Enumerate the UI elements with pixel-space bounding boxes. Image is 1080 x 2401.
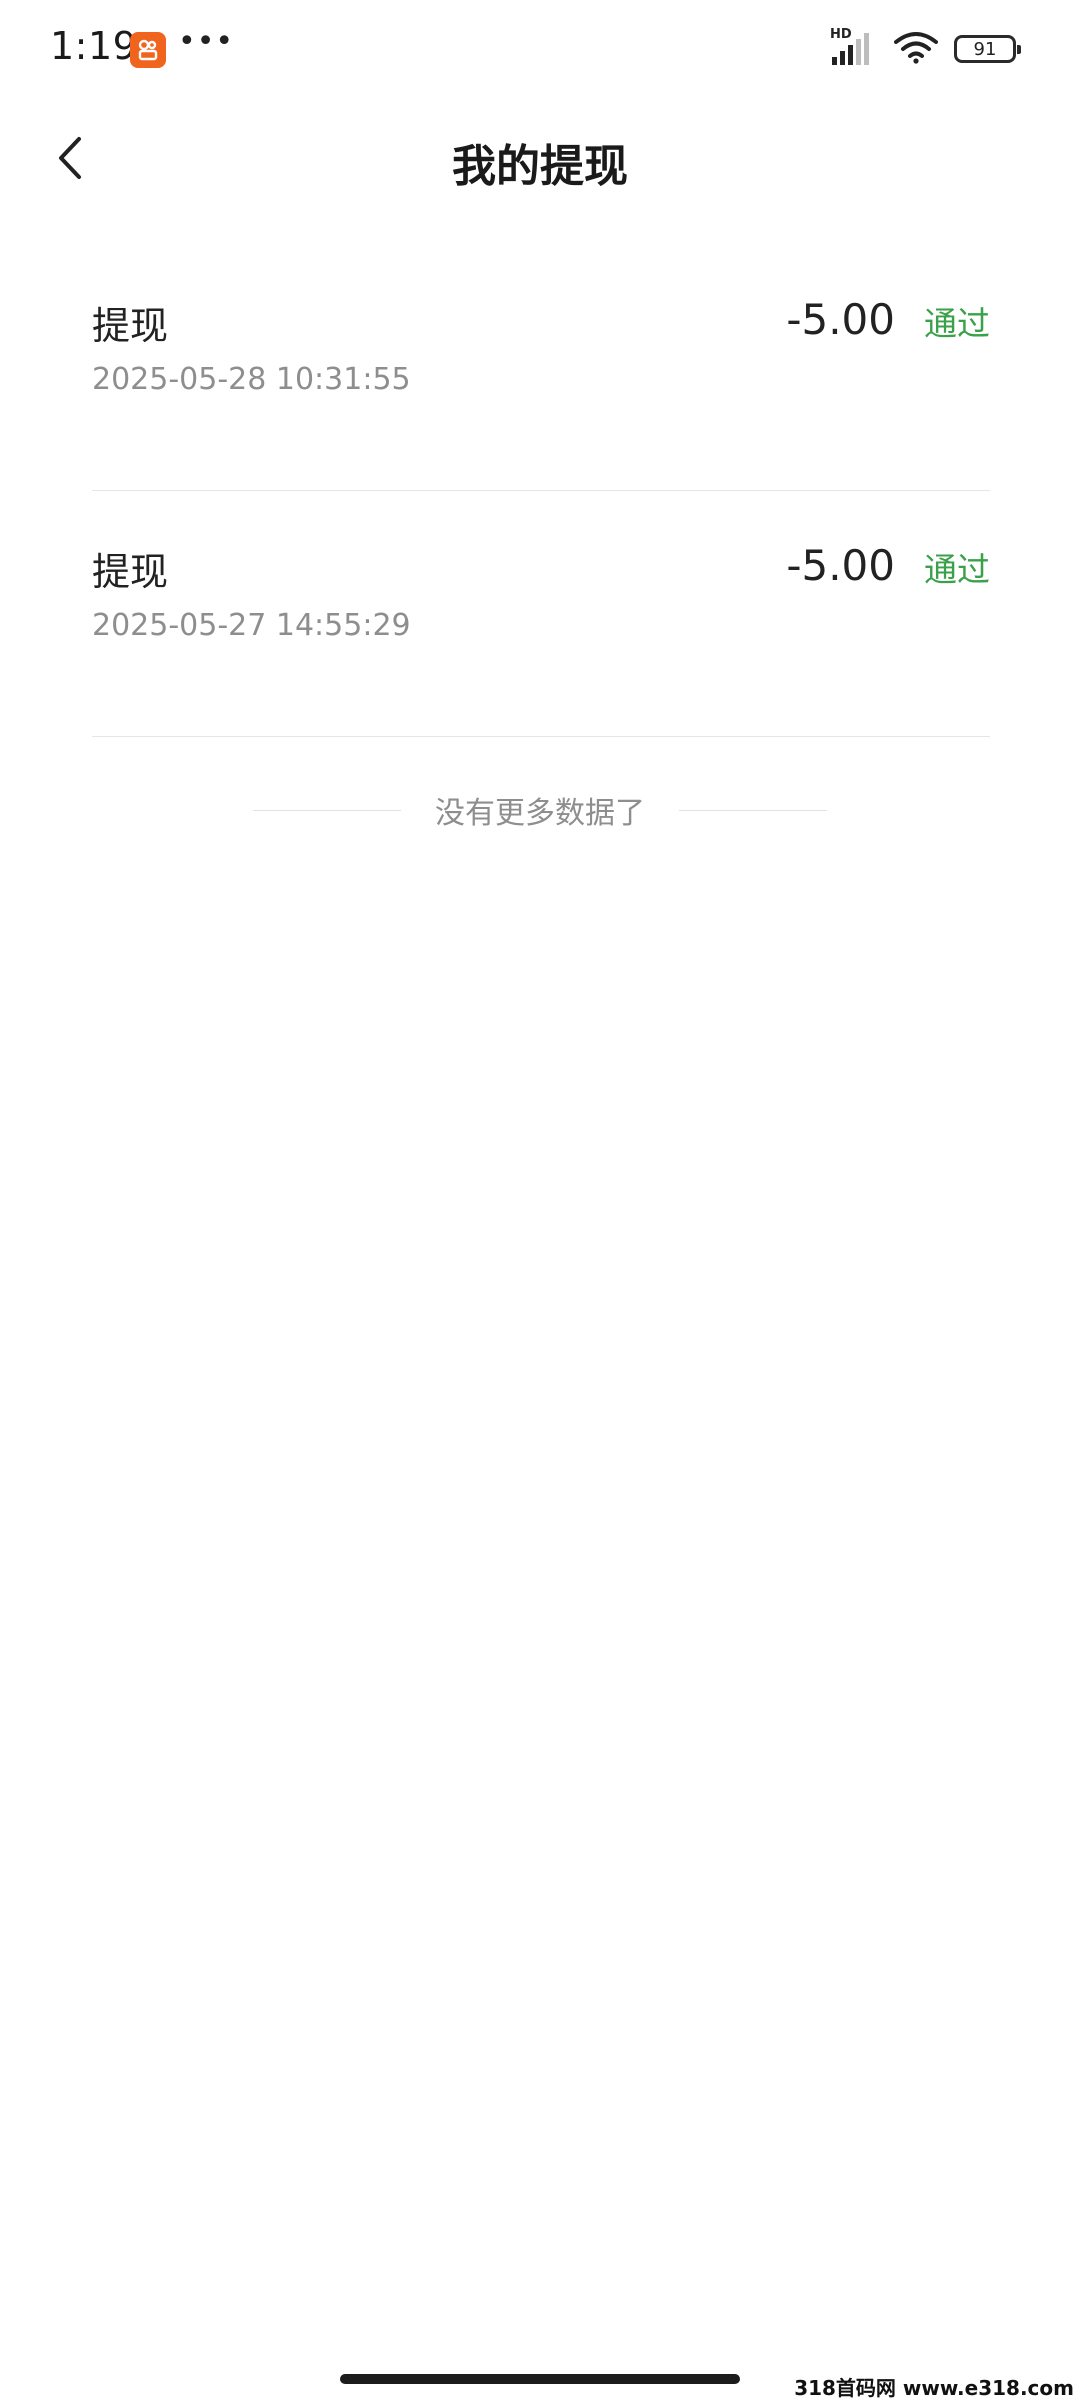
more-notifications-icon: ••• [178, 24, 235, 59]
battery-level: 91 [973, 38, 997, 60]
page-title: 我的提现 [452, 141, 628, 192]
record-amount: -5.00 [786, 295, 895, 344]
app-notification-icon [130, 32, 166, 68]
record-type: 提现 [92, 304, 169, 348]
record-time: 2025-05-27 14:55:29 [92, 608, 411, 643]
record-status: 通过 [924, 304, 990, 343]
status-time: 1:19 [50, 24, 138, 68]
home-indicator[interactable] [340, 2374, 740, 2384]
divider-line [679, 809, 827, 811]
nav-bar: 我的提现 [0, 110, 1080, 210]
signal-icon: HD [830, 27, 878, 67]
no-more-text: 没有更多数据了 [435, 796, 645, 831]
record-time: 2025-05-28 10:31:55 [92, 362, 411, 397]
withdrawal-record-list: 提现 2025-05-28 10:31:55 -5.00 通过 提现 2025-… [92, 245, 990, 737]
record-status: 通过 [924, 550, 990, 589]
status-right: HD 91 [830, 27, 1021, 68]
withdrawal-record[interactable]: 提现 2025-05-28 10:31:55 -5.00 通过 [92, 245, 990, 491]
no-more-data: 没有更多数据了 [0, 790, 1080, 831]
status-bar: 1:19 ••• HD 91 [0, 0, 1080, 100]
withdrawal-record[interactable]: 提现 2025-05-27 14:55:29 -5.00 通过 [92, 491, 990, 737]
watermark: 318首码网 www.e318.com [794, 2376, 1074, 2400]
record-amount: -5.00 [786, 541, 895, 590]
divider-line [253, 809, 401, 811]
record-type: 提现 [92, 550, 169, 594]
wifi-icon [894, 30, 938, 68]
battery-icon: 91 [954, 35, 1021, 63]
